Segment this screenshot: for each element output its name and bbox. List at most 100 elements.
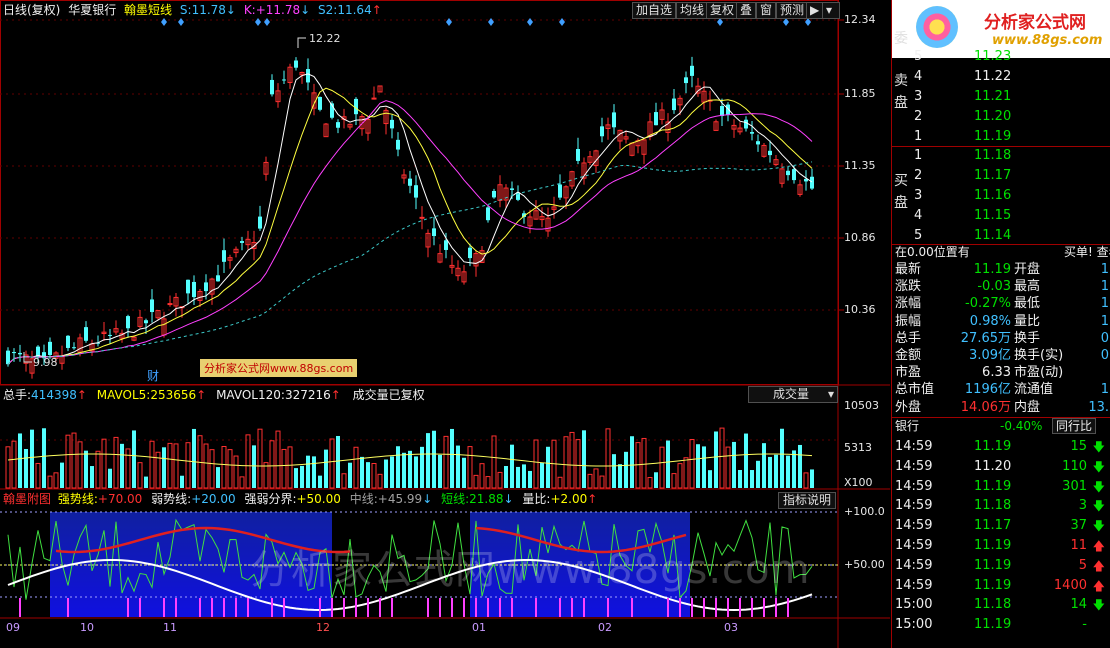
s-value: 11.78 xyxy=(191,3,226,17)
down-arrow-icon: ↓ xyxy=(225,3,236,17)
volume-bar xyxy=(71,432,77,489)
mid-value: +45.99 xyxy=(377,492,423,506)
volume-bar xyxy=(137,462,143,489)
sell-level-row[interactable]: 4 11.22 xyxy=(892,67,1110,87)
signal-diamond xyxy=(446,18,452,26)
volume-bar xyxy=(426,433,430,488)
price-axis-label: 10.36 xyxy=(844,303,876,316)
add-favorite-button[interactable]: 加自选 xyxy=(632,2,677,19)
buy-level-row[interactable]: 1 11.18 xyxy=(892,146,1110,166)
strong-value: +70.00 xyxy=(97,492,143,506)
volume-selector[interactable]: 成交量 ▾ xyxy=(748,386,838,403)
tick-price: 11.19 xyxy=(974,617,1012,633)
period-label: 日线(复权) xyxy=(3,3,61,17)
volume-bar xyxy=(719,427,725,489)
volume-bar xyxy=(605,428,611,489)
tick-time: 14:59 xyxy=(895,518,933,534)
candle-body xyxy=(444,240,448,250)
volume-bar xyxy=(53,472,59,489)
sell-level-row[interactable]: 2 11.20 xyxy=(892,107,1110,127)
chart-header: 日线(复权) 华夏银行 翰墨短线 S:11.78↓ K:+11.78↓ S2:1… xyxy=(3,3,382,17)
candle-body xyxy=(6,350,10,365)
tick-volume: 1400 xyxy=(1053,577,1087,593)
candle-body xyxy=(126,316,130,329)
industry-name[interactable]: 银行 xyxy=(895,417,919,435)
tick-row: 14:59 11.19 15 🡇 xyxy=(892,437,1110,457)
adjust-button[interactable]: 复权 xyxy=(706,2,739,19)
quote-value: 11.19 xyxy=(973,262,1011,277)
window-button[interactable]: 窗 xyxy=(756,2,777,19)
finance-marker[interactable]: 财 xyxy=(147,369,159,383)
mavol5-label: MAVOL5: xyxy=(96,388,151,402)
candle-body xyxy=(396,139,400,150)
tick-volume: 37 xyxy=(1070,518,1087,534)
quote-label: 涨幅 xyxy=(895,296,922,312)
buy-level-row[interactable]: 3 11.16 xyxy=(892,186,1110,206)
volume-bar xyxy=(221,445,227,489)
volume-bar xyxy=(113,436,119,489)
volume-bar xyxy=(312,456,316,488)
candle-body xyxy=(270,79,274,95)
volume-bar xyxy=(575,439,581,489)
quote-label: 换手 xyxy=(1014,330,1041,346)
signal-diamond xyxy=(527,18,533,26)
price-axis-label: 12.34 xyxy=(844,13,876,26)
volume-bar xyxy=(257,428,263,489)
buy-level-row[interactable]: 5 11.14 xyxy=(892,226,1110,246)
volume-bar xyxy=(654,472,658,488)
tick-time: 14:59 xyxy=(895,498,933,514)
volume-bar xyxy=(287,446,293,489)
quote-row: 涨跌 -0.03 最高 1 xyxy=(892,278,1110,295)
candle-body xyxy=(108,334,112,336)
quote-row: 外盘 14.06万 内盘 13. xyxy=(892,399,1110,416)
buy-order-link[interactable]: 买单! 查看 xyxy=(1064,244,1110,260)
volume-bar xyxy=(60,462,64,488)
volume-bar xyxy=(245,434,251,489)
tick-row: 14:59 11.19 11 🡅 xyxy=(892,536,1110,556)
forecast-button[interactable]: 预测 xyxy=(776,2,809,19)
buy-level-row[interactable]: 4 11.15 xyxy=(892,206,1110,226)
low-annotation: 9.98 xyxy=(33,356,58,369)
volume-bar xyxy=(462,457,466,488)
volume-bar xyxy=(647,477,653,489)
indicator-help-button[interactable]: 指标说明 xyxy=(778,492,837,509)
peer-compare-button[interactable]: 同行比 xyxy=(1052,418,1097,434)
volume-axis-label: 5313 xyxy=(844,441,872,454)
tick-time: 15:00 xyxy=(895,597,933,613)
signal-diamonds xyxy=(161,18,811,26)
dropdown-icon[interactable]: ▾ xyxy=(822,2,840,19)
down-arrow-icon: 🡇 xyxy=(1092,598,1105,613)
volume-bar xyxy=(497,471,503,489)
volume-bar xyxy=(396,446,400,488)
quote-value: 6.33 xyxy=(982,365,1011,381)
quote-label: 总手 xyxy=(895,330,922,346)
sell-level-row[interactable]: 5 11.23 xyxy=(892,47,1110,67)
volume-bar xyxy=(467,446,473,489)
quote-label: 振幅 xyxy=(895,313,922,329)
s2-label: S2: xyxy=(318,3,338,17)
volume-bar xyxy=(732,441,736,488)
overlay-button[interactable]: 叠 xyxy=(736,2,757,19)
quote-row: 振幅 0.98% 量比 1 xyxy=(892,313,1110,330)
split-label: 强弱分界: xyxy=(244,492,297,506)
volume-bars xyxy=(5,427,814,489)
down-arrow-icon: ↓ xyxy=(300,3,311,17)
candle-body xyxy=(150,299,154,313)
volume-header: 总手:414398↑ MAVOL5:253656↑ MAVOL120:32721… xyxy=(3,388,425,402)
sell-level-row[interactable]: 1 11.19 xyxy=(892,127,1110,147)
quote-label: 涨跌 xyxy=(895,279,922,295)
ma-button[interactable]: 均线 xyxy=(676,2,709,19)
buy-level-row[interactable]: 2 11.17 xyxy=(892,166,1110,186)
candle-body xyxy=(576,149,580,161)
volume-bar xyxy=(203,443,209,489)
volume-bar xyxy=(635,442,641,489)
volume-bar xyxy=(216,467,220,488)
x-axis-label: 02 xyxy=(598,621,612,634)
quote-label: 量比 xyxy=(1014,313,1041,329)
sell-level-row[interactable]: 3 11.21 xyxy=(892,87,1110,107)
x-axis-label: 10 xyxy=(80,621,94,634)
volume-bar xyxy=(516,466,520,488)
volume-bar xyxy=(641,437,647,489)
quote-label: 外盘 xyxy=(895,399,922,415)
candle-body xyxy=(756,141,760,145)
